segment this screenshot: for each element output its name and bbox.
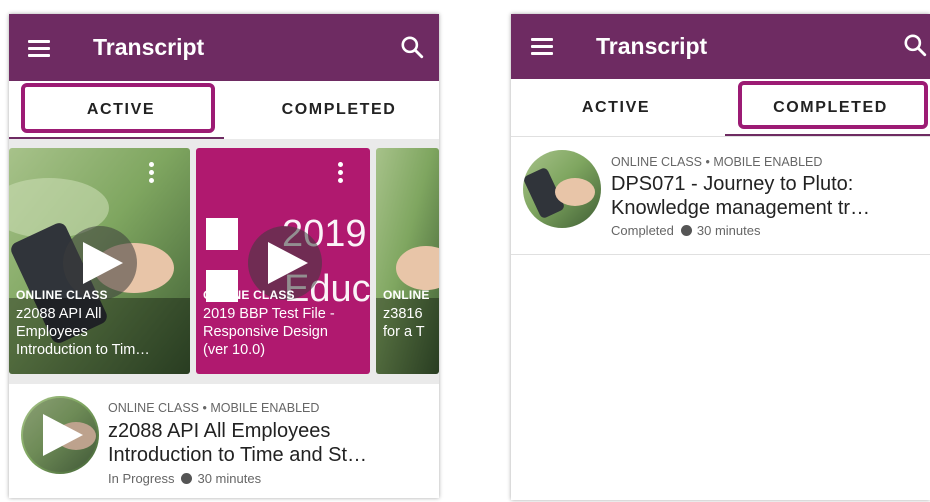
page-title: Transcript	[596, 33, 708, 59]
divider	[511, 136, 930, 137]
status-dot-icon	[680, 225, 692, 236]
tab-bar: ACTIVE COMPLETED	[9, 81, 439, 139]
course-card[interactable]: ONLINE z3816 for a T	[376, 148, 439, 374]
status-text: Completed	[611, 223, 674, 238]
item-title: DPS071 - Journey to Pluto: Knowledge man…	[611, 173, 871, 219]
app-bar: Transcript	[511, 14, 930, 79]
card-type: ONLINE CLASS	[16, 288, 108, 302]
tab-active[interactable]: ACTIVE	[511, 79, 721, 137]
card-title: z3816 for a T	[383, 306, 425, 340]
more-vert-icon[interactable]	[149, 162, 155, 186]
tab-completed[interactable]: COMPLETED	[239, 81, 439, 139]
menu-icon[interactable]	[28, 40, 50, 57]
divider	[511, 254, 930, 255]
card-type: ONLINE CLASS	[203, 288, 295, 302]
card-title: z2088 API All Employees Introduction to …	[16, 306, 150, 358]
more-vert-icon[interactable]	[338, 162, 344, 186]
tab-highlight	[738, 81, 928, 129]
right-phone-screen: Transcript ACTIVE COMPLETED ONLINE CLASS…	[511, 14, 930, 500]
list-item[interactable]: ONLINE CLASS • MOBILE ENABLED DPS071 - J…	[511, 139, 930, 251]
card-title: 2019 BBP Test File - Responsive Design (…	[203, 306, 335, 358]
app-bar: Transcript	[9, 14, 439, 81]
course-thumbnail	[21, 396, 99, 474]
item-meta: ONLINE CLASS • MOBILE ENABLED	[108, 401, 320, 415]
page-title: Transcript	[93, 34, 205, 60]
play-icon[interactable]	[23, 398, 97, 472]
item-title: z2088 API All Employees Introduction to …	[108, 420, 368, 466]
course-carousel: ONLINE CLASS z2088 API All Employees Int…	[9, 139, 439, 384]
card-type: ONLINE	[383, 288, 430, 302]
duration-text: 30 minutes	[696, 223, 761, 238]
duration-text: 30 minutes	[197, 471, 262, 486]
course-card[interactable]: ONLINE CLASS z2088 API All Employees Int…	[9, 148, 190, 374]
item-status: Completed 30 minutes	[611, 223, 760, 238]
menu-icon[interactable]	[531, 38, 553, 55]
list-item[interactable]: ONLINE CLASS • MOBILE ENABLED z2088 API …	[9, 384, 439, 498]
left-phone-screen: Transcript ACTIVE COMPLETED ONLINE CLASS…	[9, 14, 439, 498]
tab-bar: ACTIVE COMPLETED	[511, 79, 930, 136]
status-text: In Progress	[108, 471, 175, 486]
item-meta: ONLINE CLASS • MOBILE ENABLED	[611, 155, 823, 169]
search-icon[interactable]	[399, 34, 425, 60]
course-thumbnail	[523, 150, 601, 228]
search-icon[interactable]	[902, 32, 928, 58]
card-decoration	[206, 218, 238, 250]
item-status: In Progress 30 minutes	[108, 471, 261, 486]
tab-highlight	[21, 83, 215, 133]
status-dot-icon	[181, 473, 193, 484]
course-card[interactable]: 2019 Educa ONLINE CLASS 2019 BBP Test Fi…	[196, 148, 370, 374]
